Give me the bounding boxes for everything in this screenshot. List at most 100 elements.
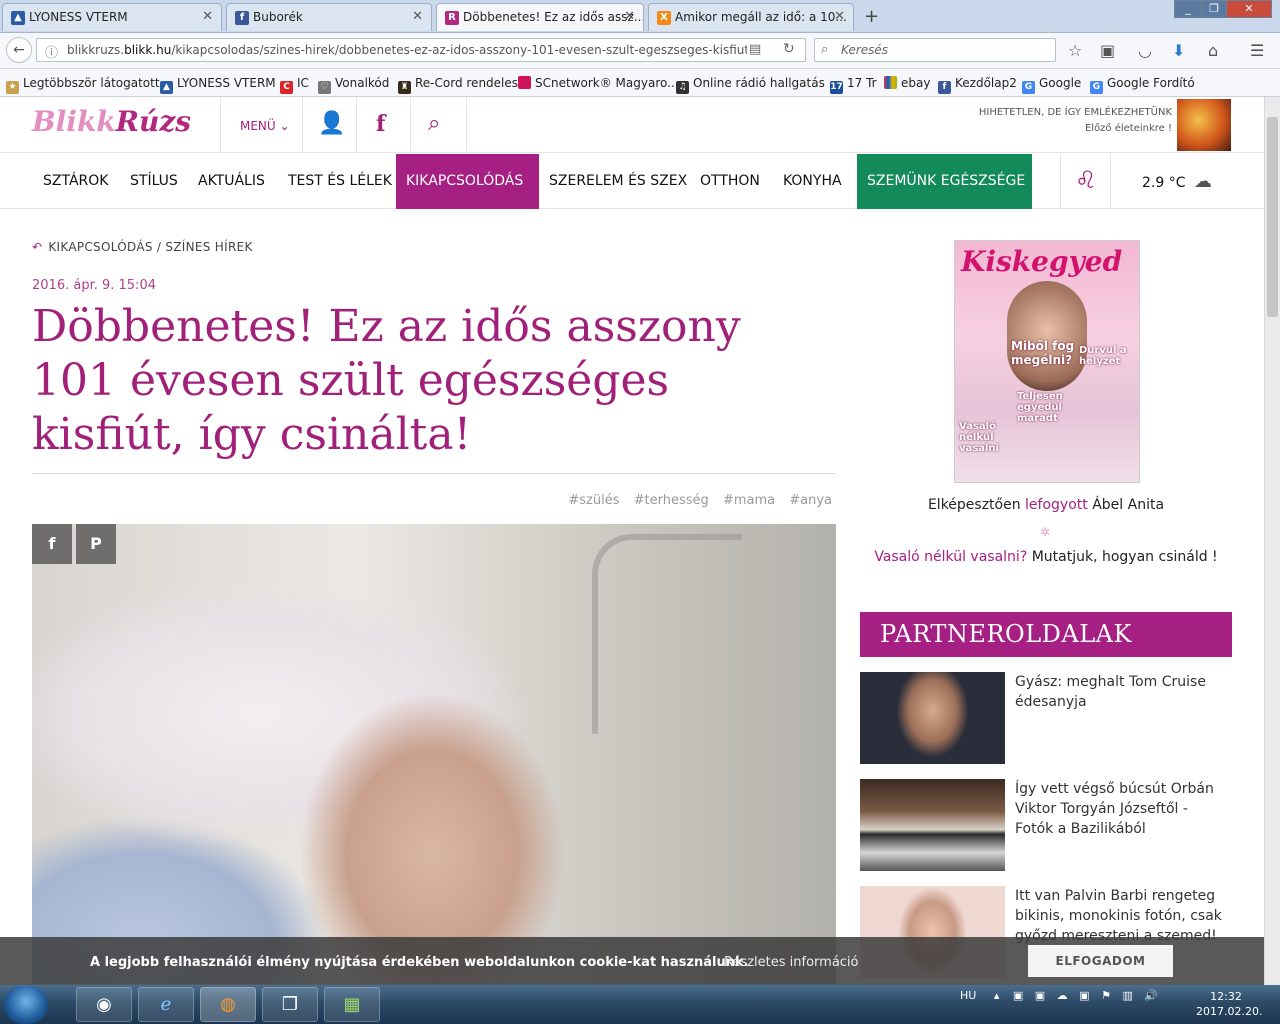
partner-item[interactable]: Így vett végső búcsút Orbán Viktor Torgy… (860, 779, 1232, 871)
bookmark-google[interactable]: G Google (1022, 76, 1081, 94)
facebook-icon[interactable]: f (376, 111, 385, 137)
bookmark-google-translate[interactable]: G Google Fordító (1090, 76, 1195, 94)
nav-aktualis[interactable]: AKTUÁLIS (198, 154, 265, 209)
system-tray: HU ▴ ▣ ▣ ☁ ▣ ⚑ ▥ 🔊 (960, 989, 1158, 1002)
leo-horoscope-icon[interactable]: ♌ (1075, 166, 1097, 194)
nav-sztarok[interactable]: SZTÁROK (43, 154, 108, 209)
nav-szerelem-es-szex[interactable]: SZERELEM ÉS SZEX (549, 154, 687, 209)
nav-otthon[interactable]: OTTHON (700, 154, 760, 209)
download-icon[interactable]: ⬇ (1172, 41, 1185, 60)
facebook-share-button[interactable]: f (32, 524, 72, 564)
bookmark-ic[interactable]: C IC (280, 76, 309, 94)
tag-link[interactable]: #terhesség (634, 493, 709, 508)
minimize-button[interactable]: _ (1174, 0, 1202, 18)
hamburger-menu-icon[interactable]: ☰ (1250, 41, 1264, 60)
search-icon: ⌕ (821, 42, 829, 57)
nav-kikapcsolodas[interactable]: KIKAPCSOLÓDÁS (396, 154, 539, 209)
chrome-taskbar-icon[interactable]: ◉ (76, 987, 132, 1022)
pinterest-share-button[interactable]: P (76, 524, 116, 564)
promo-image[interactable] (1177, 99, 1231, 151)
rain-cloud-icon: ☁ (1193, 171, 1212, 192)
reading-list-icon[interactable]: ▣ (1100, 41, 1115, 60)
nav-stilus[interactable]: STÍLUS (130, 154, 178, 209)
site-logo[interactable]: BlikkRúzs (32, 105, 191, 138)
cloud-icon[interactable]: ☁ (1057, 989, 1068, 1002)
url-bar[interactable]: ⓘ blikkruzs.blikk.hu/kikapcsolodas/szine… (36, 38, 806, 62)
tag-link[interactable]: #anya (789, 493, 832, 508)
nav-test-es-lelek[interactable]: TEST ÉS LÉLEK (288, 154, 392, 209)
close-tab-icon[interactable]: ✕ (624, 9, 635, 24)
tab-buborek[interactable]: f Buborék ✕ (226, 3, 432, 31)
pocket-icon[interactable]: ◡ (1138, 41, 1152, 60)
scroll-thumb[interactable] (1267, 117, 1278, 317)
ironing-caption[interactable]: Vasaló nélkül vasalni? Mutatjuk, hogyan … (860, 549, 1232, 565)
clock[interactable]: 12:32 2017.02.20. (1196, 989, 1262, 1019)
flag-icon[interactable]: ⚑ (1101, 989, 1111, 1002)
magazine-caption[interactable]: Elképesztően lefogyott Ábel Anita (860, 497, 1232, 513)
promo-link[interactable]: HIHETETLEN, DE ÍGY EMLÉKEZHETÜNK Előző é… (979, 105, 1172, 137)
magazine-cover[interactable]: Kiskegyed Miből fog megélni? Durvul a he… (954, 240, 1140, 483)
search-icon[interactable]: ⌕ (428, 111, 440, 136)
bookmark-kezdolap2[interactable]: f Kezdőlap2 (938, 76, 1017, 94)
bookmark-star-icon[interactable]: ☆ (1068, 41, 1082, 60)
divider (220, 97, 221, 153)
bookmark-most-visited[interactable]: ★ Legtöbbször látogatott (6, 76, 160, 94)
divider (32, 473, 836, 474)
maximize-button[interactable]: ❐ (1201, 0, 1227, 18)
close-tab-icon[interactable]: ✕ (834, 9, 845, 24)
language-indicator[interactable]: HU (960, 989, 976, 1002)
firefox-taskbar-icon[interactable]: ◍ (200, 987, 256, 1022)
breadcrumb[interactable]: ↶ KIKAPCSOLÓDÁS / SZÍNES HÍREK (32, 240, 253, 254)
reader-view-icon[interactable]: ▤ (749, 42, 761, 57)
bookmark-17tr[interactable]: 17 17 Tr (830, 76, 877, 94)
tray-app-icon[interactable]: ▣ (1013, 989, 1023, 1002)
close-tab-icon[interactable]: ✕ (202, 9, 213, 24)
ebay-icon (884, 76, 897, 89)
info-icon[interactable]: ⓘ (45, 42, 58, 61)
home-icon[interactable]: ⌂ (1208, 41, 1218, 60)
page-scrollbar[interactable] (1264, 97, 1280, 985)
user-icon[interactable]: 👤 (318, 111, 345, 136)
cookie-details-link[interactable]: Részletes információ (724, 955, 859, 970)
nav-konyha[interactable]: KONYHA (783, 154, 842, 209)
tab-title: LYONESS VTERM (29, 10, 128, 24)
bookmark-vonalkod[interactable]: ♡ Vonalkód (318, 76, 389, 94)
window-switcher-taskbar-icon[interactable]: ❐ (262, 987, 318, 1022)
article-date: 2016. ápr. 9. 15:04 (32, 278, 156, 293)
internet-explorer-taskbar-icon[interactable]: ℯ (138, 987, 194, 1022)
tray-app-icon[interactable]: ▣ (1035, 989, 1045, 1002)
tag-link[interactable]: #mama (723, 493, 775, 508)
divider (302, 97, 303, 153)
spreadsheet-taskbar-icon[interactable]: ▦ (324, 987, 380, 1022)
back-button[interactable]: ← (6, 37, 32, 63)
chevron-down-icon: ⌄ (279, 119, 290, 133)
url-text: blikkruzs.blikk.hu/kikapcsolodas/szines-… (67, 43, 747, 57)
weather-widget[interactable]: 2.9 °C ☁ (1142, 154, 1212, 209)
bookmark-online-radio[interactable]: ♫ Online rádió hallgatás ... (676, 76, 840, 94)
network-icon[interactable]: ▥ (1122, 989, 1132, 1002)
nav-szemunk-egeszsege[interactable]: SZEMÜNK EGÉSZSÉGE (857, 154, 1032, 209)
close-tab-icon[interactable]: ✕ (412, 9, 423, 24)
start-button[interactable] (4, 986, 48, 1024)
tab-lyoness[interactable]: ▲ LYONESS VTERM ✕ (2, 3, 222, 31)
article-tags: #szülés #terhesség #mama #anya (32, 493, 832, 508)
cookie-accept-button[interactable]: ELFOGADOM (1028, 945, 1173, 977)
tab-amikor[interactable]: X Amikor megáll az idő: a 10... ✕ (648, 3, 854, 31)
partner-item[interactable]: Gyász: meghalt Tom Cruise édesanyja (860, 672, 1232, 764)
tab-title: Döbbenetes! Ez az idős assz... (463, 10, 644, 24)
volume-icon[interactable]: 🔊 (1144, 989, 1158, 1002)
bookmark-ebay[interactable]: ebay (884, 76, 930, 90)
close-window-button[interactable]: ✕ (1226, 0, 1272, 18)
bookmark-record[interactable]: ♜ Re-Cord rendeles (398, 76, 518, 94)
search-input[interactable]: ⌕ Keresés (814, 38, 1056, 62)
google-icon: G (1022, 81, 1035, 94)
tag-link[interactable]: #szülés (568, 493, 619, 508)
new-tab-button[interactable]: + (864, 6, 879, 27)
bookmark-scnetwork[interactable]: SCnetwork® Magyaro... (518, 76, 679, 90)
bookmark-lyoness[interactable]: ▲ LYONESS VTERM (160, 76, 276, 94)
menu-button[interactable]: MENÜ ⌄ (240, 119, 290, 133)
reload-icon[interactable]: ↻ (783, 41, 795, 57)
tray-arrow-icon[interactable]: ▴ (994, 989, 1000, 1002)
tab-article[interactable]: R Döbbenetes! Ez az idős assz... ✕ (436, 3, 644, 31)
tray-app-icon[interactable]: ▣ (1079, 989, 1089, 1002)
